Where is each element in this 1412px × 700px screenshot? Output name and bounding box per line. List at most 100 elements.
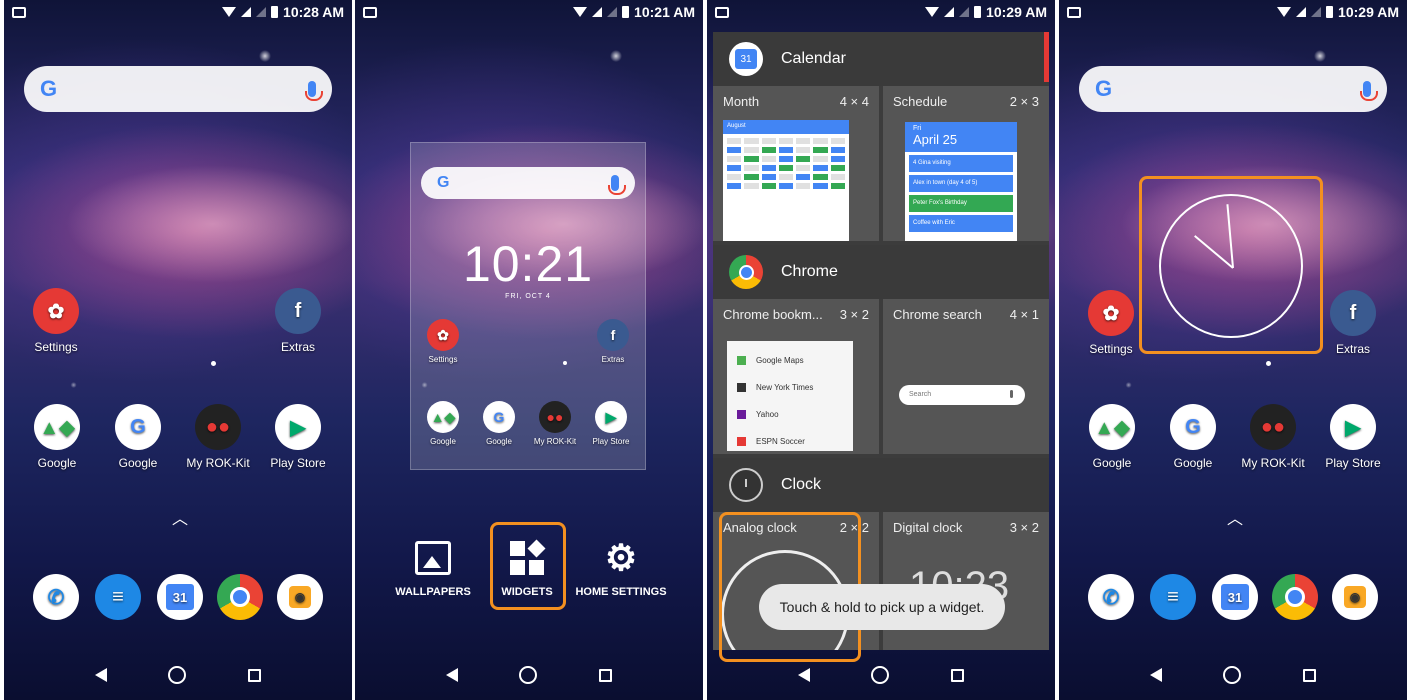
clock-header: Clock: [713, 458, 1049, 512]
camera-icon: ◉: [1332, 574, 1378, 620]
app-my-rok-kit[interactable]: ●● My ROK-Kit: [1233, 404, 1313, 470]
home-icon[interactable]: [519, 666, 538, 684]
schedule-widget-preview: Fri April 25 4 Gina visiting Alex in town…: [905, 122, 1017, 241]
schedule-event: Alex in town (day 4 of 5): [909, 175, 1013, 192]
dock-camera[interactable]: ◉: [260, 574, 340, 620]
month-widget-preview: August: [723, 120, 849, 241]
wifi-icon: [222, 7, 237, 17]
preview-app: ▲◆ Google: [413, 401, 473, 446]
camera-icon: ◉: [277, 574, 323, 620]
bookmark-label: Yahoo: [756, 410, 779, 419]
preview-app: ●● My ROK-Kit: [525, 401, 585, 446]
settings-gear-icon: ✿: [33, 288, 79, 334]
image-notification-icon: [1067, 6, 1081, 18]
signal-icon: [944, 7, 955, 17]
app-label: Play Store: [592, 437, 630, 446]
bookmarks-preview: Google Maps New York Times Yahoo ESPN So…: [727, 341, 853, 451]
image-notification-icon: [12, 6, 26, 18]
google-g-icon: G: [115, 404, 161, 450]
google-g-icon: G: [1170, 404, 1216, 450]
signal-icon: [592, 7, 603, 17]
extras-folder-icon: f: [275, 288, 321, 334]
app-drawer-chevron-icon[interactable]: ︿: [172, 505, 188, 529]
home-icon[interactable]: [168, 666, 187, 684]
scrollbar[interactable]: [1044, 32, 1049, 82]
signal-icon: [1296, 7, 1307, 17]
preview-settings: ✿ Settings: [413, 319, 473, 364]
widget-name: Chrome bookm...: [723, 307, 823, 322]
play-store-icon: ▶: [595, 401, 627, 433]
widget-chrome-bookmarks[interactable]: Chrome bookm... 3 × 2 Google Maps New Yor…: [713, 299, 879, 454]
schedule-event: 4 Gina visiting: [909, 155, 1013, 172]
settings-app[interactable]: ✿ Settings: [16, 288, 96, 354]
extras-folder[interactable]: f Extras: [258, 288, 338, 354]
page-indicator: [563, 361, 567, 365]
schedule-date: April 25: [913, 132, 958, 147]
app-my-rok-kit[interactable]: ●● My ROK-Kit: [178, 404, 258, 470]
home-screen-with-widget: 10:29 AM G ✿ Settings f Extras ▲◆ Google…: [1059, 0, 1407, 700]
recents-icon[interactable]: [951, 668, 965, 682]
back-icon[interactable]: [797, 668, 810, 682]
app-google[interactable]: G Google: [1153, 404, 1233, 470]
yahoo-icon: [737, 410, 746, 419]
back-icon[interactable]: [445, 668, 458, 682]
messages-icon: ≡: [1150, 574, 1196, 620]
rok-kit-icon: ●●: [539, 401, 571, 433]
chrome-app-name: Chrome: [781, 263, 838, 280]
dock-camera[interactable]: ◉: [1315, 574, 1395, 620]
status-time: 10:21 AM: [634, 4, 695, 20]
home-preview-card[interactable]: G 10:21 FRI, OCT 4 ✿ Settings f Extras ▲…: [410, 142, 646, 470]
status-bar: 10:21 AM: [355, 0, 703, 24]
app-label: My ROK-Kit: [186, 456, 250, 470]
recents-icon[interactable]: [1303, 668, 1317, 682]
home-settings-button[interactable]: ⚙ HOME SETTINGS: [571, 538, 671, 599]
nav-bar: [4, 650, 352, 700]
toast-message: Touch & hold to pick up a widget.: [759, 584, 1005, 630]
extras-folder-icon: f: [597, 319, 629, 351]
recents-icon[interactable]: [248, 668, 262, 682]
extras-folder-icon: f: [1330, 290, 1376, 336]
bookmark-label: ESPN Soccer: [756, 437, 805, 446]
status-bar: 10:29 AM: [707, 0, 1055, 24]
widget-chrome-search[interactable]: Chrome search 4 × 1 Search: [883, 299, 1049, 454]
app-google[interactable]: G Google: [98, 404, 178, 470]
preview-search-bar: G: [421, 167, 635, 199]
page-indicator: [211, 361, 216, 366]
app-google-folder[interactable]: ▲◆ Google: [1072, 404, 1152, 470]
extras-label: Extras: [601, 355, 625, 364]
google-search-bar[interactable]: G: [24, 66, 332, 112]
home-icon[interactable]: [1223, 666, 1242, 684]
tutorial-composite: 10:28 AM G ✿ Settings f Extras ▲◆ Google…: [0, 0, 1412, 700]
preview-date: FRI, OCT 4: [505, 293, 551, 300]
google-folder-icon: ▲◆: [427, 401, 459, 433]
wallpapers-label: WALLPAPERS: [395, 586, 471, 598]
wallpapers-button[interactable]: WALLPAPERS: [383, 538, 483, 598]
google-search-bar[interactable]: G: [1079, 66, 1387, 112]
extras-folder[interactable]: f Extras: [1313, 290, 1393, 356]
app-play-store[interactable]: ▶ Play Store: [258, 404, 338, 470]
app-label: My ROK-Kit: [1241, 456, 1305, 470]
nav-bar: [707, 650, 1055, 700]
settings-app[interactable]: ✿ Settings: [1071, 290, 1151, 356]
recents-icon[interactable]: [599, 668, 613, 682]
preview-app: G Google: [469, 401, 529, 446]
app-google-folder[interactable]: ▲◆ Google: [17, 404, 97, 470]
mic-icon[interactable]: [1360, 81, 1378, 101]
mic-icon[interactable]: [305, 81, 323, 101]
image-notification-icon: [715, 6, 729, 18]
widget-calendar-schedule[interactable]: Schedule 2 × 3 Fri April 25 4 Gina visitin…: [883, 86, 1049, 241]
chrome-icon: [217, 574, 263, 620]
schedule-day: Fri: [913, 125, 922, 132]
signal-2-icon: [256, 7, 267, 17]
app-drawer-chevron-icon[interactable]: ︿: [1227, 505, 1243, 529]
clock-app-name: Clock: [781, 476, 822, 493]
wifi-icon: [1277, 7, 1292, 17]
widget-size: 2 × 3: [1009, 94, 1039, 109]
widget-calendar-month[interactable]: Month 4 × 4 August: [713, 86, 879, 241]
back-icon[interactable]: [94, 668, 107, 682]
play-store-icon: ▶: [1330, 404, 1376, 450]
app-play-store[interactable]: ▶ Play Store: [1313, 404, 1393, 470]
back-icon[interactable]: [1149, 668, 1162, 682]
home-icon[interactable]: [871, 666, 890, 684]
status-bar: 10:28 AM: [4, 0, 352, 24]
